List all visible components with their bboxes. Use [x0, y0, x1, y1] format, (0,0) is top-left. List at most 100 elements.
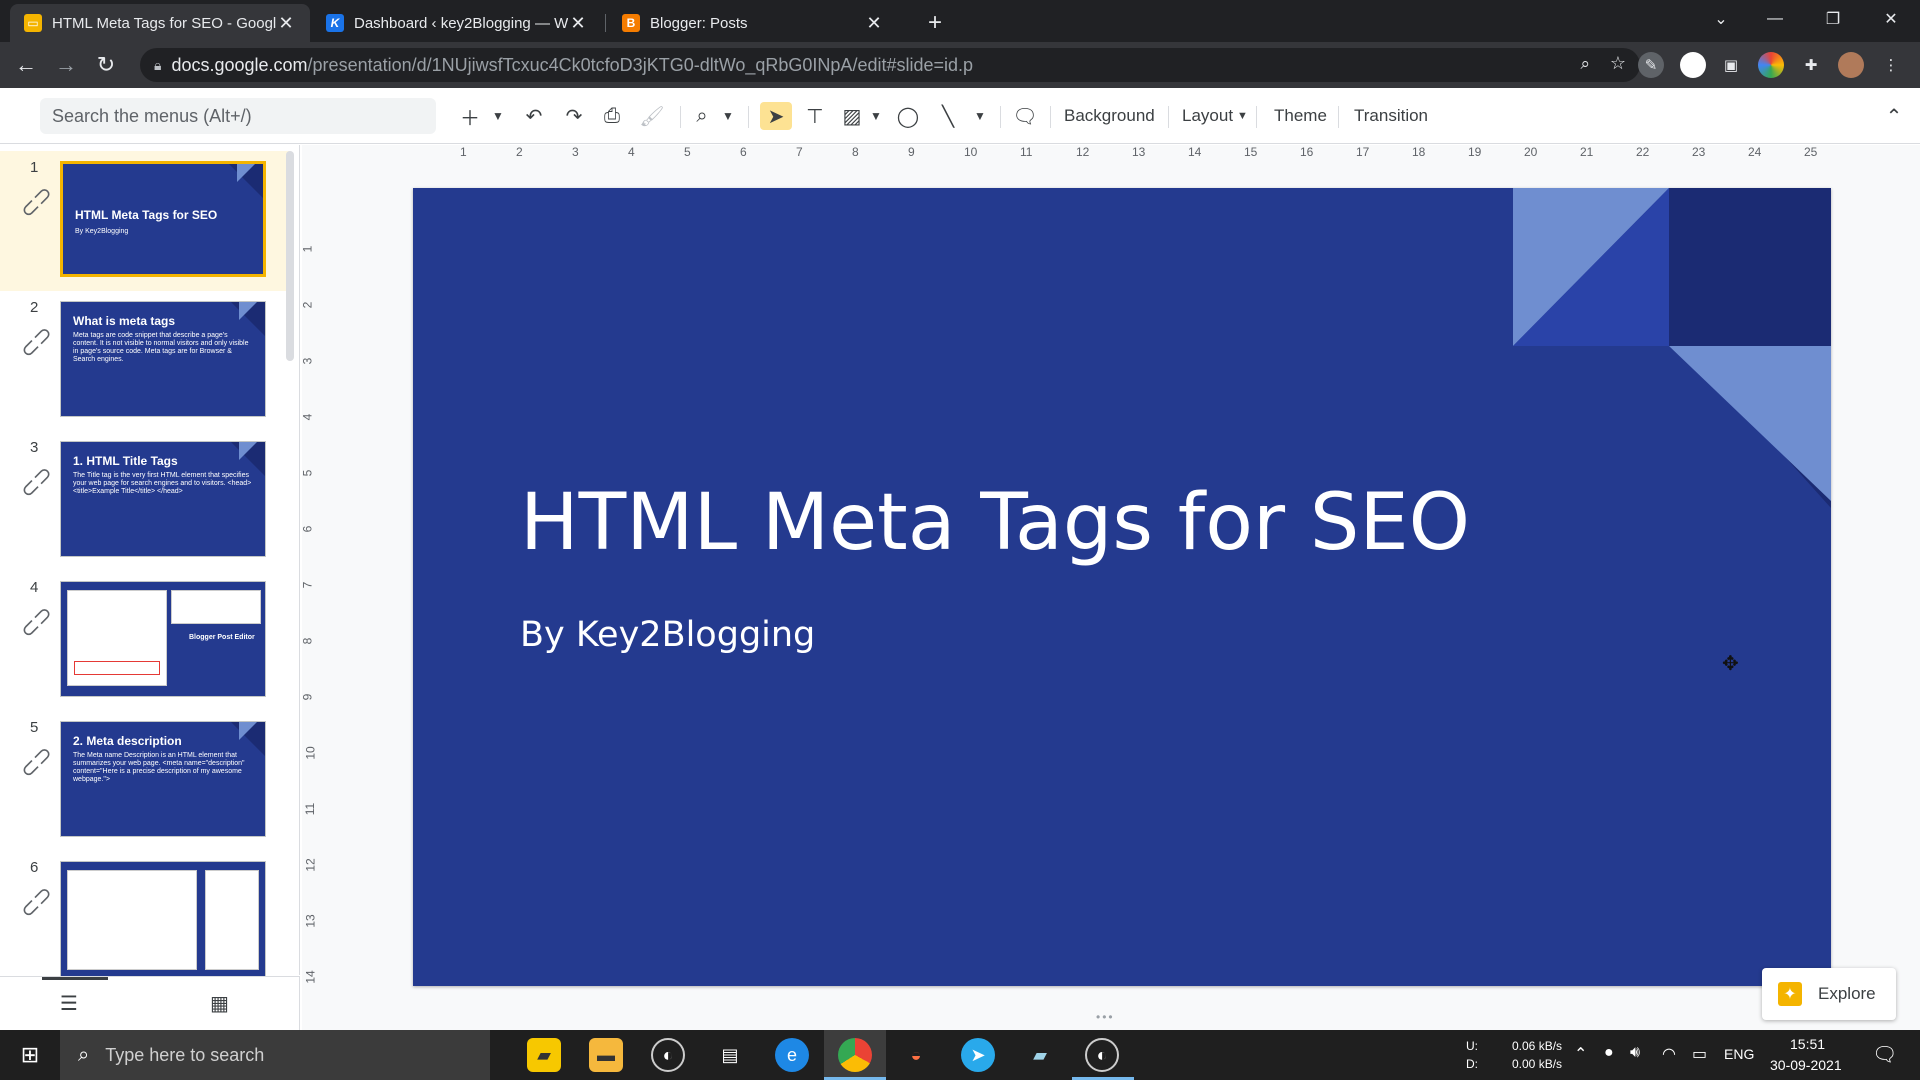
battery-icon[interactable]: ▭	[1692, 1044, 1707, 1064]
new-slide-icon[interactable]: ＋	[458, 102, 482, 130]
notifications-icon[interactable]: 🗨︎	[1872, 1042, 1897, 1067]
undo-icon[interactable]: ↶	[520, 102, 548, 130]
back-icon[interactable]: ←	[12, 51, 40, 79]
app-icon[interactable]: ◒	[899, 1038, 933, 1072]
minimize-icon[interactable]: —	[1752, 0, 1798, 38]
ruler-tick-label: 9	[300, 693, 315, 701]
redo-icon[interactable]: ↷	[560, 102, 588, 130]
microphone-icon[interactable]: ●	[1604, 1044, 1614, 1062]
new-tab-button[interactable]: +	[918, 6, 952, 40]
filmstrip-slide-3[interactable]: 3 ⊂⊃ 1. HTML Title Tags The Title tag is…	[0, 431, 290, 571]
print-icon[interactable]: ⎙	[598, 102, 626, 130]
link-icon: ⊂⊃	[14, 319, 58, 364]
filmstrip-slide-4[interactable]: 4 ⊂⊃ Blogger Post Editor	[0, 571, 290, 711]
menu-kebab-icon[interactable]: ⋮	[1878, 52, 1904, 78]
image-icon[interactable]: ▨	[838, 102, 866, 130]
file-explorer-icon[interactable]: ▬	[589, 1038, 623, 1072]
slide-subtitle[interactable]: By Key2Blogging	[520, 615, 815, 655]
thumb-body: Meta tags are code snippet that describe…	[73, 332, 249, 363]
extensions-puzzle-icon[interactable]: ✚	[1798, 52, 1824, 78]
extension-window-icon[interactable]: ▣	[1718, 52, 1744, 78]
shape-icon[interactable]: ◯	[894, 102, 922, 130]
paint-format-icon[interactable]: 🖌︎	[638, 102, 666, 130]
text-box-icon[interactable]: ⊤	[800, 102, 830, 130]
theme-button[interactable]: Theme	[1274, 102, 1327, 130]
clock-date[interactable]: 30-09-2021	[1770, 1057, 1842, 1073]
close-icon[interactable]: ✕	[568, 13, 588, 34]
menu-search-input[interactable]: Search the menus (Alt+/)	[40, 98, 436, 134]
telegram-icon[interactable]: ➤	[961, 1038, 995, 1072]
layout-label: Layout	[1182, 106, 1234, 125]
search-icon: ⌕	[78, 1043, 90, 1066]
extension-circle-icon[interactable]	[1680, 52, 1706, 78]
filmstrip-view-icon[interactable]: ☰	[60, 991, 78, 1016]
slide-thumbnail[interactable]: 1. HTML Title Tags The Title tag is the …	[60, 441, 266, 557]
slide-thumbnail[interactable]: What is meta tags Meta tags are code sni…	[60, 301, 266, 417]
language-indicator[interactable]: ENG	[1724, 1046, 1754, 1062]
browser-tab-slides[interactable]: ▭ HTML Meta Tags for SEO - Googl ✕	[10, 4, 310, 42]
toolbar-divider	[1050, 106, 1051, 128]
main-slide[interactable]: HTML Meta Tags for SEO By Key2Blogging	[413, 188, 1831, 986]
filmstrip-slide-2[interactable]: 2 ⊂⊃ What is meta tags Meta tags are cod…	[0, 291, 290, 431]
slide-title[interactable]: HTML Meta Tags for SEO	[520, 478, 1470, 568]
close-icon[interactable]: ✕	[276, 13, 296, 34]
image-dropdown-icon[interactable]: ▼	[868, 102, 884, 130]
slide-thumbnail[interactable]: HTML Meta Tags for SEO By Key2Blogging	[60, 161, 266, 277]
zoom-icon[interactable]: ⌕	[688, 102, 716, 130]
clock-time[interactable]: 15:51	[1790, 1036, 1825, 1052]
tab-search-icon[interactable]: ⌄	[1698, 0, 1744, 38]
ruler-tick-label: 25	[1804, 145, 1818, 159]
slide-thumbnail[interactable]: Blogger Post Editor	[60, 581, 266, 697]
comment-icon[interactable]: 🗨︎	[1010, 102, 1040, 130]
tray-chevron-icon[interactable]: ⌃	[1574, 1044, 1587, 1064]
line-dropdown-icon[interactable]: ▼	[972, 102, 988, 130]
photos-icon[interactable]: ▤	[713, 1038, 747, 1072]
slide-number: 3	[30, 439, 39, 456]
tab-title: HTML Meta Tags for SEO - Googl	[52, 14, 276, 32]
taskbar-search-input[interactable]: ⌕ Type here to search	[60, 1030, 490, 1080]
obs-icon[interactable]: ◐	[651, 1038, 685, 1072]
browser-tab-dashboard[interactable]: K Dashboard ‹ key2Blogging — W ✕	[312, 4, 602, 42]
window-close-icon[interactable]: ✕	[1868, 0, 1914, 38]
transition-button[interactable]: Transition	[1354, 102, 1428, 130]
slide-number: 6	[30, 859, 39, 876]
layout-button[interactable]: Layout ▼	[1182, 102, 1248, 130]
explore-button[interactable]: ✦ Explore	[1762, 968, 1896, 1020]
bookmark-star-icon[interactable]: ☆	[1610, 53, 1626, 74]
browser-tab-blogger[interactable]: B Blogger: Posts ✕	[608, 4, 898, 42]
ruler-tick-label: 19	[1468, 145, 1482, 159]
background-button[interactable]: Background	[1064, 102, 1155, 130]
profile-avatar[interactable]	[1838, 52, 1864, 78]
wifi-icon[interactable]: ◠	[1662, 1044, 1676, 1064]
filmstrip-slide-5[interactable]: 5 ⊂⊃ 2. Meta description The Meta name D…	[0, 711, 290, 851]
zoom-icon[interactable]: ⌕	[1580, 54, 1590, 74]
lock-icon: 🔒︎	[154, 56, 162, 73]
app-pen-icon[interactable]: ▰	[1023, 1038, 1057, 1072]
line-icon[interactable]: ╲	[934, 102, 962, 130]
zoom-dropdown-icon[interactable]: ▼	[720, 102, 736, 130]
sticky-notes-icon[interactable]: ▰	[527, 1038, 561, 1072]
forward-icon[interactable]: →	[52, 51, 80, 79]
filmstrip-slide-6[interactable]: 6 ⊂⊃	[0, 851, 290, 991]
volume-icon[interactable]: 🔊︎	[1630, 1044, 1640, 1062]
extension-color-icon[interactable]	[1758, 52, 1784, 78]
decorative-square	[1669, 188, 1831, 346]
filmstrip-scrollbar[interactable]	[286, 151, 294, 361]
slide-thumbnail[interactable]: 2. Meta description The Meta name Descri…	[60, 721, 266, 837]
slide-thumbnail[interactable]	[60, 861, 266, 977]
grid-view-icon[interactable]: ▦	[210, 991, 229, 1016]
chrome-icon[interactable]	[838, 1038, 872, 1072]
new-slide-dropdown-icon[interactable]: ▼	[490, 102, 506, 130]
collapse-toolbar-icon[interactable]: ⌃	[1880, 102, 1908, 130]
obs-second-icon[interactable]: ◐	[1085, 1038, 1119, 1072]
extension-pen-icon[interactable]: ✎	[1638, 52, 1664, 78]
reload-icon[interactable]: ↻	[92, 51, 120, 79]
select-cursor-icon[interactable]: ➤	[760, 102, 792, 130]
notes-resize-handle[interactable]: •••	[1096, 1010, 1115, 1024]
address-bar[interactable]: 🔒︎ docs.google.com/presentation/d/1NUjiw…	[140, 48, 1640, 82]
restore-icon[interactable]: ❐	[1810, 0, 1856, 38]
edge-icon[interactable]: e	[775, 1038, 809, 1072]
windows-start-icon[interactable]: ⊞	[0, 1030, 60, 1080]
close-icon[interactable]: ✕	[864, 13, 884, 34]
filmstrip-slide-1[interactable]: 1 ⊂⊃ HTML Meta Tags for SEO By Key2Blogg…	[0, 151, 290, 291]
